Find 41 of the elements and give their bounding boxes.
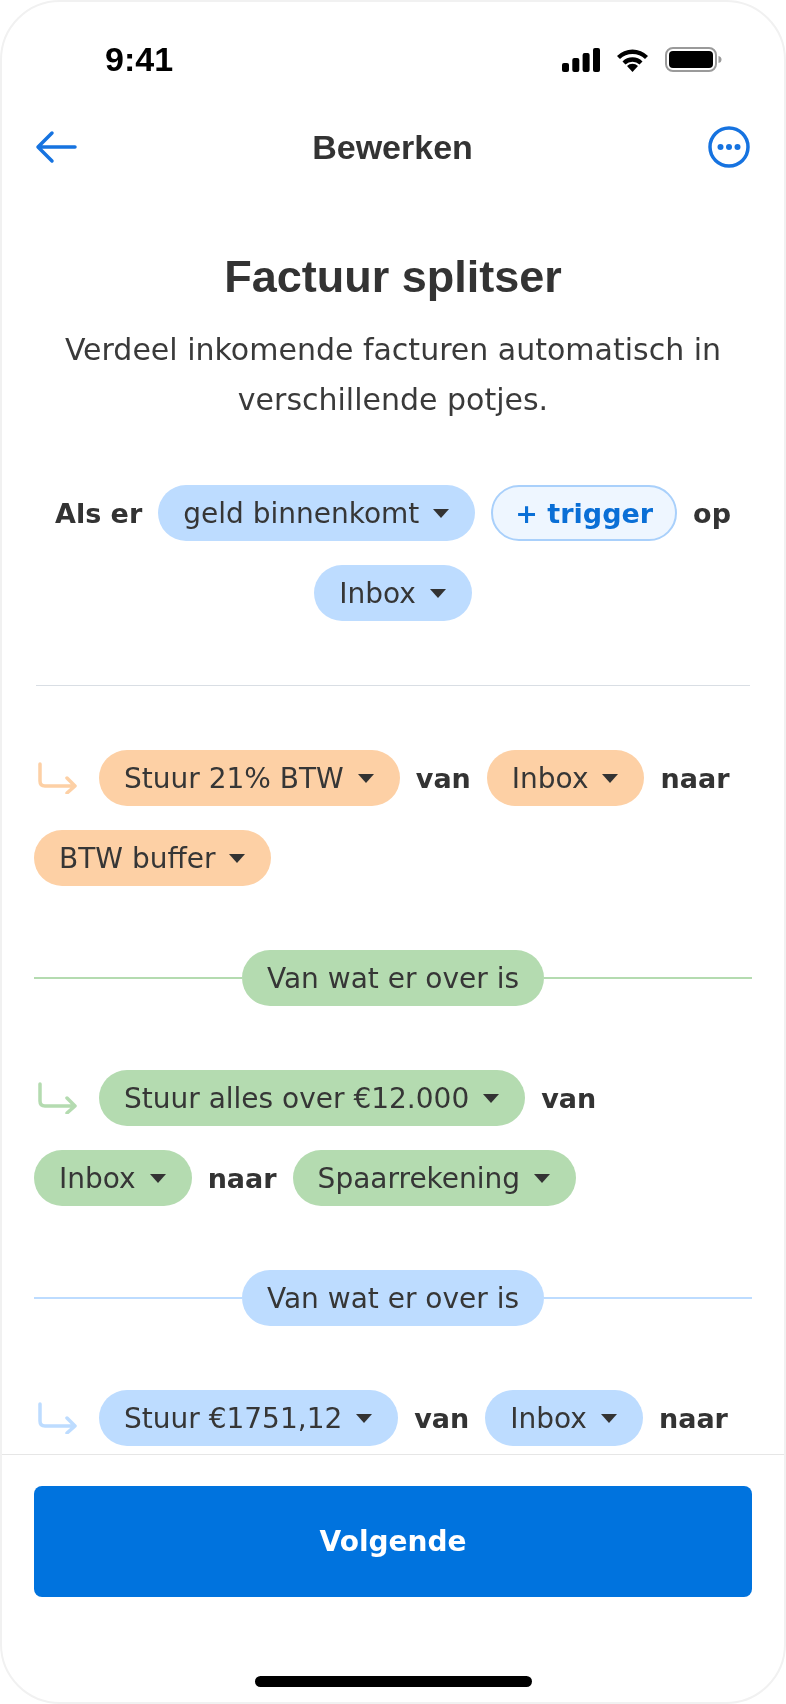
sentence-word: Als er	[55, 497, 143, 529]
signal-icon	[562, 47, 600, 72]
caret-icon	[600, 1413, 617, 1423]
more-icon[interactable]	[708, 126, 750, 168]
next-button[interactable]: Volgende	[34, 1486, 752, 1597]
sentence-word: van	[414, 1402, 470, 1434]
separator-label: Van wat er over is	[241, 950, 545, 1006]
sentence-word: op	[693, 497, 731, 529]
status-time: 9:41	[105, 40, 174, 79]
page-title: Factuur splitser	[223, 250, 563, 304]
dropdown[interactable]: Inbox	[34, 1150, 192, 1206]
dropdown[interactable]: Spaarrekening	[292, 1150, 577, 1206]
add-trigger-button[interactable]: + trigger	[491, 485, 678, 541]
page-description: Verdeel inkomende facturen automatisch in verschillende potjes.	[63, 331, 723, 419]
sentence-word: naar	[660, 762, 730, 794]
dropdown[interactable]: BTW buffer	[34, 830, 272, 886]
battery-icon	[665, 47, 722, 72]
caret-icon	[433, 508, 450, 518]
header-title: Bewerken	[312, 127, 473, 167]
caret-icon	[429, 588, 446, 598]
dropdown[interactable]: Stuur €1751,12	[99, 1390, 399, 1446]
caret-icon	[483, 1093, 500, 1103]
sentence-word: naar	[207, 1162, 277, 1194]
dropdown[interactable]: Inbox	[314, 565, 472, 621]
caret-icon	[229, 853, 246, 863]
dropdown[interactable]: Stuur alles over €12.000	[99, 1070, 526, 1126]
sentence-word: naar	[658, 1402, 728, 1434]
back-icon[interactable]	[35, 130, 77, 164]
dropdown[interactable]: Inbox	[485, 1390, 643, 1446]
dropdown[interactable]: Stuur 21% BTW	[99, 750, 400, 806]
caret-icon	[357, 773, 374, 783]
dropdown[interactable]: Inbox	[486, 750, 645, 806]
separator-label: Van wat er over is	[241, 1270, 545, 1326]
sentence-word: van	[541, 1082, 597, 1114]
dropdown[interactable]: geld binnenkomt	[158, 485, 476, 541]
caret-icon	[602, 773, 619, 783]
wifi-icon	[615, 47, 650, 72]
caret-icon	[356, 1413, 373, 1423]
caret-icon	[149, 1173, 166, 1183]
caret-icon	[534, 1173, 551, 1183]
sentence-word: van	[415, 762, 471, 794]
